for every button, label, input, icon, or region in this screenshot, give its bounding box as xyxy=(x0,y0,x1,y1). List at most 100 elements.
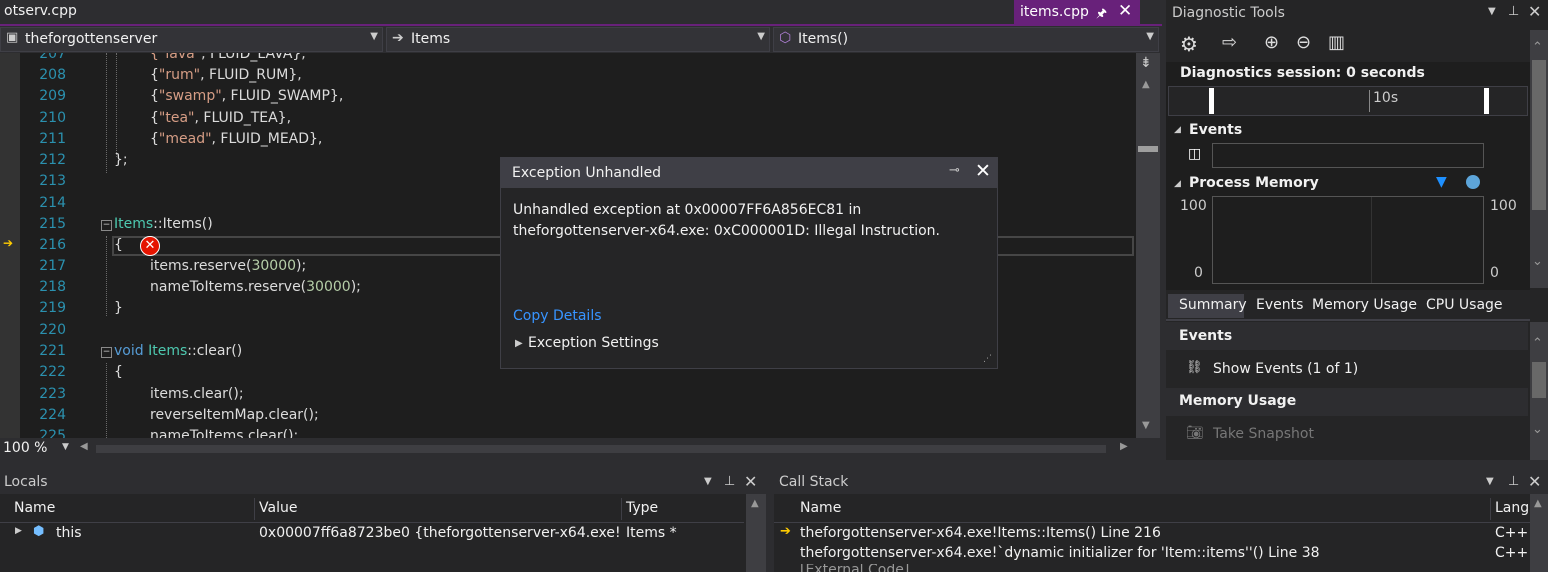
scroll-left-icon[interactable]: ◀ xyxy=(80,441,88,452)
editor-status-bar: 100 % ▼ ◀ ▶ xyxy=(0,438,1160,460)
line-number: 220 xyxy=(39,322,66,338)
collapse-triangle-icon[interactable]: ◢ xyxy=(1174,125,1181,135)
diag-tab-memory-usage[interactable]: Memory Usage xyxy=(1312,297,1417,313)
zoom-out-icon[interactable]: ⊖ xyxy=(1296,32,1311,53)
pin-icon[interactable]: ⊥ xyxy=(1508,474,1519,489)
reset-view-icon[interactable]: ▥ xyxy=(1328,32,1345,53)
expand-triangle-icon[interactable]: ▶ xyxy=(515,338,523,349)
locals-header: Locals ▼ ⊥ ✕ xyxy=(0,470,766,494)
break-pause-icon: ◫ xyxy=(1188,146,1202,162)
editor-vertical-scrollbar[interactable]: ⇟ ▲ ▼ xyxy=(1136,53,1160,438)
diag-lower-scrollbar[interactable]: ⌃ ⌄ xyxy=(1530,322,1548,460)
zoom-dropdown[interactable]: 100 % xyxy=(3,440,47,456)
locals-scrollbar[interactable]: ▲ xyxy=(746,494,766,572)
timeline-ruler[interactable] xyxy=(1168,86,1528,116)
expand-triangle-icon[interactable]: ▶ xyxy=(15,526,22,536)
callstack-col-lang[interactable]: Lang xyxy=(1491,498,1531,520)
camera-icon: 📷︎ xyxy=(1186,425,1204,441)
timeline-end-handle[interactable] xyxy=(1484,88,1489,114)
events-section-label: Events xyxy=(1189,122,1243,138)
show-events-link[interactable]: Show Events (1 of 1) xyxy=(1213,361,1358,377)
pin-icon[interactable]: ⊥ xyxy=(1508,4,1519,19)
locals-col-type[interactable]: Type xyxy=(622,498,744,520)
tab-otserv-cpp[interactable]: otserv.cpp xyxy=(4,3,77,19)
graph-gridline xyxy=(1371,197,1372,283)
scroll-thumb[interactable] xyxy=(1532,60,1546,210)
chevron-down-icon[interactable]: ▼ xyxy=(62,442,69,452)
close-panel-icon[interactable]: ✕ xyxy=(1528,2,1541,21)
scroll-up-icon[interactable]: ⌃ xyxy=(1532,336,1543,351)
panel-title: Diagnostic Tools xyxy=(1172,5,1285,21)
split-icon[interactable]: ⇟ xyxy=(1140,55,1152,71)
code-line-211: {"mead", FLUID_MEAD}, xyxy=(150,131,323,147)
scope-dropdown-label: Items xyxy=(411,31,451,47)
zoom-in-icon[interactable]: ⊕ xyxy=(1264,32,1279,53)
pin-icon[interactable]: ⊥ xyxy=(724,474,735,489)
local-value[interactable]: 0x00007ff6a8723be0 {theforgottenserver-x… xyxy=(259,525,619,541)
summary-events-header: Events xyxy=(1166,322,1528,350)
table-row[interactable]: [External Code] xyxy=(774,564,1530,572)
tab-items-cpp[interactable]: items.cpp 🖈 ✕ xyxy=(1014,0,1140,26)
copy-details-link[interactable]: Copy Details xyxy=(513,308,602,324)
table-row[interactable]: ▶ ⬢ this 0x00007ff6a8723be0 {theforgotte… xyxy=(0,522,744,544)
export-icon[interactable]: ⇨ xyxy=(1222,32,1237,53)
scroll-thumb[interactable] xyxy=(1532,362,1546,398)
exception-settings-toggle[interactable]: Exception Settings xyxy=(528,335,659,351)
member-dropdown[interactable]: ⬡ Items() ▼ xyxy=(773,27,1159,52)
show-events-icon: ⛓ xyxy=(1186,360,1203,375)
horizontal-scroll-track[interactable] xyxy=(96,445,1106,453)
diag-tab-summary[interactable]: Summary xyxy=(1168,294,1247,318)
memory-graph[interactable] xyxy=(1212,196,1484,284)
dropdown-icon[interactable]: ▼ xyxy=(1488,6,1496,17)
table-row[interactable]: ➔ theforgottenserver-x64.exe!Items::Item… xyxy=(774,522,1530,543)
chevron-down-icon: ▼ xyxy=(1146,31,1154,42)
dropdown-icon[interactable]: ▼ xyxy=(704,476,712,487)
locals-col-value[interactable]: Value xyxy=(255,498,622,520)
indent-guide xyxy=(106,53,107,173)
project-icon: ▣ xyxy=(6,30,19,45)
pin-icon[interactable]: ⊸ xyxy=(949,163,960,178)
close-tab-icon[interactable]: ✕ xyxy=(1118,1,1132,21)
scroll-up-icon[interactable]: ▲ xyxy=(751,498,759,509)
scroll-up-icon[interactable]: ▲ xyxy=(1534,498,1542,509)
code-line-223: items.clear(); xyxy=(150,386,244,402)
scroll-right-icon[interactable]: ▶ xyxy=(1120,441,1128,452)
collapse-toggle-icon[interactable]: − xyxy=(101,347,112,358)
scroll-up-icon[interactable]: ⌃ xyxy=(1532,40,1543,55)
scope-dropdown[interactable]: ➔ Items ▼ xyxy=(386,27,770,52)
timeline-start-handle[interactable] xyxy=(1209,88,1214,114)
close-dialog-icon[interactable]: ✕ xyxy=(975,160,991,182)
close-panel-icon[interactable]: ✕ xyxy=(744,472,757,491)
memory-axis-max-left: 100 xyxy=(1180,198,1207,214)
scroll-up-icon[interactable]: ▲ xyxy=(1142,79,1150,90)
exception-dialog: Exception Unhandled ⊸ ✕ Unhandled except… xyxy=(500,157,998,369)
scroll-down-icon[interactable]: ▼ xyxy=(1142,420,1150,431)
diag-upper-scrollbar[interactable]: ⌃ ⌄ xyxy=(1530,30,1548,288)
dialog-title-bar: Exception Unhandled ⊸ ✕ xyxy=(501,158,997,188)
pin-icon[interactable]: 🖈 xyxy=(1096,4,1107,25)
locals-col-name-label: Name xyxy=(14,500,56,516)
scroll-thumb[interactable] xyxy=(1138,146,1158,152)
callstack-scrollbar[interactable]: ▲ xyxy=(1530,494,1548,572)
callstack-col-name[interactable]: Name xyxy=(774,498,1491,520)
scroll-down-icon[interactable]: ⌄ xyxy=(1532,422,1543,437)
diag-tab-events[interactable]: Events xyxy=(1256,297,1303,313)
locals-col-name[interactable]: Name xyxy=(0,498,255,520)
table-row[interactable]: theforgottenserver-x64.exe!`dynamic init… xyxy=(774,543,1530,564)
dropdown-icon[interactable]: ▼ xyxy=(1486,476,1494,487)
snapshot-marker-icon: ▼ xyxy=(1436,174,1447,190)
scroll-down-icon[interactable]: ⌄ xyxy=(1532,254,1543,269)
private-bytes-marker-icon xyxy=(1466,175,1480,189)
code-line-212: }; xyxy=(114,152,128,168)
events-track[interactable] xyxy=(1212,143,1484,168)
collapse-toggle-icon[interactable]: − xyxy=(101,220,112,231)
settings-gear-icon[interactable]: ⚙ xyxy=(1180,32,1198,56)
code-line-208: {"rum", FLUID_RUM}, xyxy=(150,67,302,83)
panel-title: Call Stack xyxy=(779,474,849,490)
project-dropdown[interactable]: ▣ theforgottenserver ▼ xyxy=(0,27,383,52)
resize-grip-icon[interactable]: ⋰ xyxy=(983,354,992,364)
take-snapshot-button[interactable]: Take Snapshot xyxy=(1213,426,1314,442)
collapse-triangle-icon[interactable]: ◢ xyxy=(1174,179,1181,189)
close-panel-icon[interactable]: ✕ xyxy=(1528,472,1541,491)
diag-tab-cpu-usage[interactable]: CPU Usage xyxy=(1426,297,1503,313)
